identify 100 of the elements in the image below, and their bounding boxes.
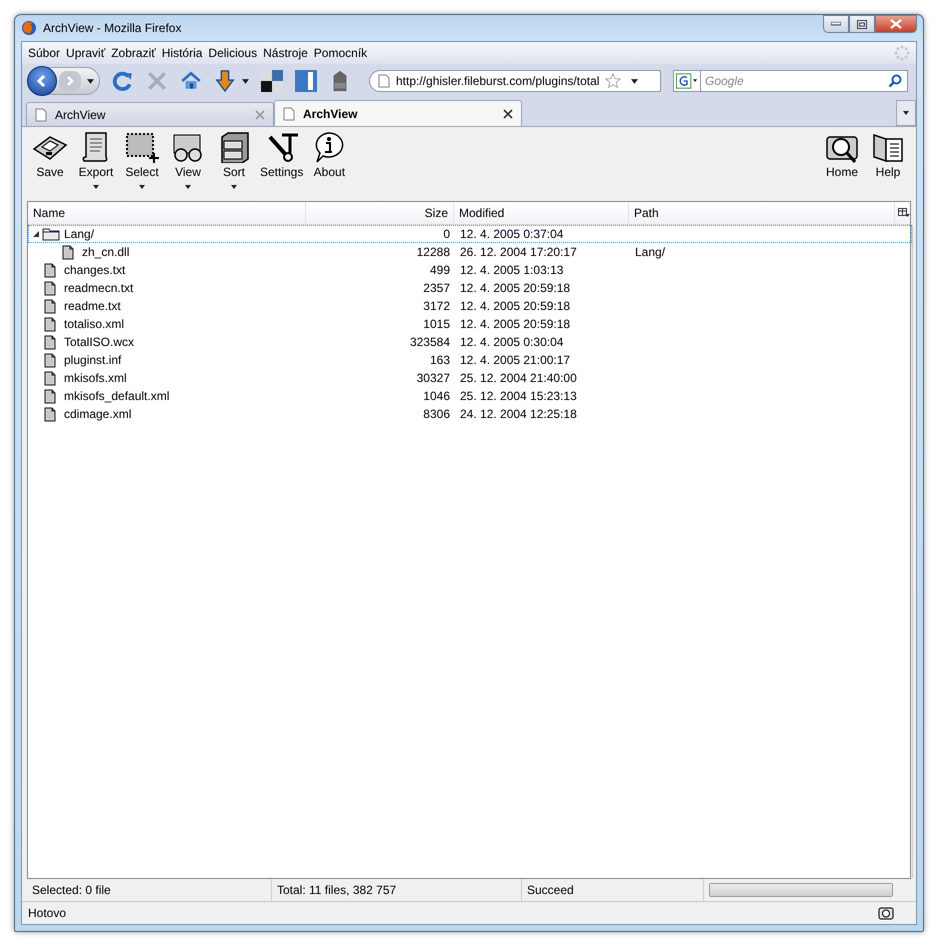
menu-item[interactable]: Pomocník [314, 46, 374, 60]
file-size: 12288 [416, 245, 450, 259]
search-field[interactable]: Google [701, 70, 908, 92]
menu-item[interactable]: Zobraziť [111, 46, 162, 60]
toolbar-button[interactable]: Help [865, 131, 911, 189]
back-button[interactable] [27, 66, 57, 96]
address-field[interactable]: http://ghisler.fileburst.com/plugins/total [369, 70, 661, 92]
menu-item[interactable]: História [162, 46, 208, 60]
file-date: 25. 12. 2004 21:40:00 [460, 371, 577, 385]
caret-icon[interactable] [87, 78, 94, 84]
file-icon [44, 406, 56, 422]
menu-item[interactable]: Delicious [208, 46, 264, 60]
toolbar-button[interactable]: Save [27, 131, 73, 189]
file-icon [44, 280, 56, 296]
file-icon [44, 316, 56, 332]
page-icon [378, 74, 390, 88]
camera-icon [878, 905, 894, 921]
close-button[interactable] [875, 15, 917, 33]
expander-icon[interactable] [32, 230, 40, 238]
file-date: 12. 4. 2005 21:00:17 [460, 353, 570, 367]
throbber-icon [894, 45, 910, 61]
file-size: 2357 [423, 281, 450, 295]
file-path: Lang/ [635, 245, 666, 259]
caret-icon[interactable] [139, 185, 145, 189]
file-name: pluginst.inf [64, 353, 122, 367]
toolbar-button[interactable]: Sort [211, 131, 257, 189]
file-name: cdimage.xml [64, 407, 132, 421]
file-date: 12. 4. 2005 1:03:13 [460, 263, 564, 277]
file-icon [44, 388, 56, 404]
file-date: 12. 4. 2005 20:59:18 [460, 317, 570, 331]
file-row[interactable]: zh_cn.dll 12288 26. 12. 2004 17:20:17 Lang/ [28, 243, 912, 261]
checker-icon[interactable] [261, 70, 283, 92]
file-name: readmecn.txt [64, 281, 134, 295]
file-date: 26. 12. 2004 17:20:17 [460, 245, 577, 259]
page-icon [283, 106, 295, 120]
file-name: mkisofs.xml [64, 371, 127, 385]
search-icon[interactable] [888, 74, 902, 88]
bookmark-icon[interactable] [295, 70, 317, 92]
file-icon [44, 370, 56, 386]
file-size: 163 [430, 353, 450, 367]
column-header[interactable]: Size [306, 202, 454, 224]
file-size: 3172 [423, 299, 450, 313]
file-name: Lang/ [64, 227, 94, 241]
file-date: 12. 4. 2005 20:59:18 [460, 299, 570, 313]
tab-list-button[interactable] [896, 100, 916, 126]
caret-icon[interactable] [231, 185, 237, 189]
file-icon [44, 352, 56, 368]
caret-icon[interactable] [242, 78, 249, 84]
window-title: ArchView - Mozilla Firefox [43, 21, 182, 35]
file-row[interactable]: readmecn.txt 2357 12. 4. 2005 20:59:18 [28, 279, 912, 297]
file-row[interactable]: pluginst.inf 163 12. 4. 2005 21:00:17 [28, 351, 912, 369]
menu-item[interactable]: Nástroje [263, 46, 314, 60]
minimize-button[interactable] [823, 15, 849, 33]
toolbar-button[interactable]: Export [73, 131, 119, 189]
column-picker-icon[interactable] [898, 208, 910, 218]
browser-tab[interactable]: ArchView [26, 102, 274, 126]
engine-icon[interactable] [673, 70, 701, 92]
toolbar-button[interactable]: Settings [257, 131, 306, 189]
maximize-button[interactable] [849, 15, 875, 33]
file-size: 1015 [423, 317, 450, 331]
file-date: 12. 4. 2005 20:59:18 [460, 281, 570, 295]
browser-tab[interactable]: ArchView [274, 100, 522, 126]
globe-icon [21, 20, 37, 36]
file-row[interactable]: Lang/ 0 12. 4. 2005 0:37:04 [28, 225, 912, 243]
file-date: 25. 12. 2004 15:23:13 [460, 389, 577, 403]
file-name: readme.txt [64, 299, 121, 313]
file-size: 30327 [416, 371, 450, 385]
selection-icon [124, 131, 160, 163]
reload-icon[interactable] [112, 70, 134, 92]
column-header[interactable]: Name [28, 202, 306, 224]
file-row[interactable]: TotalISO.wcx 323584 12. 4. 2005 0:30:04 [28, 333, 912, 351]
toolbar-button[interactable]: About [306, 131, 352, 189]
file-row[interactable]: changes.txt 499 12. 4. 2005 1:03:13 [28, 261, 912, 279]
caret-icon[interactable] [185, 185, 191, 189]
toolbar-button[interactable]: View [165, 131, 211, 189]
close-icon[interactable] [503, 108, 513, 118]
menu-item[interactable]: Súbor [28, 46, 66, 60]
file-name: changes.txt [64, 263, 126, 277]
download-arrow-icon[interactable] [214, 70, 236, 92]
toolbar-button[interactable]: Home [819, 131, 865, 189]
file-icon [44, 262, 56, 278]
file-row[interactable]: cdimage.xml 8306 24. 12. 2004 12:25:18 [28, 405, 912, 423]
page-icon [35, 108, 47, 122]
file-size: 1046 [423, 389, 450, 403]
close-icon [890, 19, 902, 29]
caret-icon[interactable] [93, 185, 99, 189]
status-text: Hotovo [28, 906, 66, 920]
toolbar-button[interactable]: Select [119, 131, 165, 189]
file-row[interactable]: readme.txt 3172 12. 4. 2005 20:59:18 [28, 297, 912, 315]
file-row[interactable]: mkisofs.xml 30327 25. 12. 2004 21:40:00 [28, 369, 912, 387]
file-date: 12. 4. 2005 0:30:04 [460, 335, 564, 349]
file-size: 499 [430, 263, 450, 277]
file-row[interactable]: mkisofs_default.xml 1046 25. 12. 2004 15:23:13 [28, 387, 912, 405]
menu-item[interactable]: Upraviť [66, 46, 112, 60]
file-row[interactable]: totaliso.xml 1015 12. 4. 2005 20:59:18 [28, 315, 912, 333]
column-header[interactable]: Path [629, 202, 895, 224]
file-date: 24. 12. 2004 12:25:18 [460, 407, 577, 421]
caret-icon[interactable] [631, 78, 638, 84]
star-icon[interactable] [605, 73, 622, 89]
column-header[interactable]: Modified [454, 202, 629, 224]
